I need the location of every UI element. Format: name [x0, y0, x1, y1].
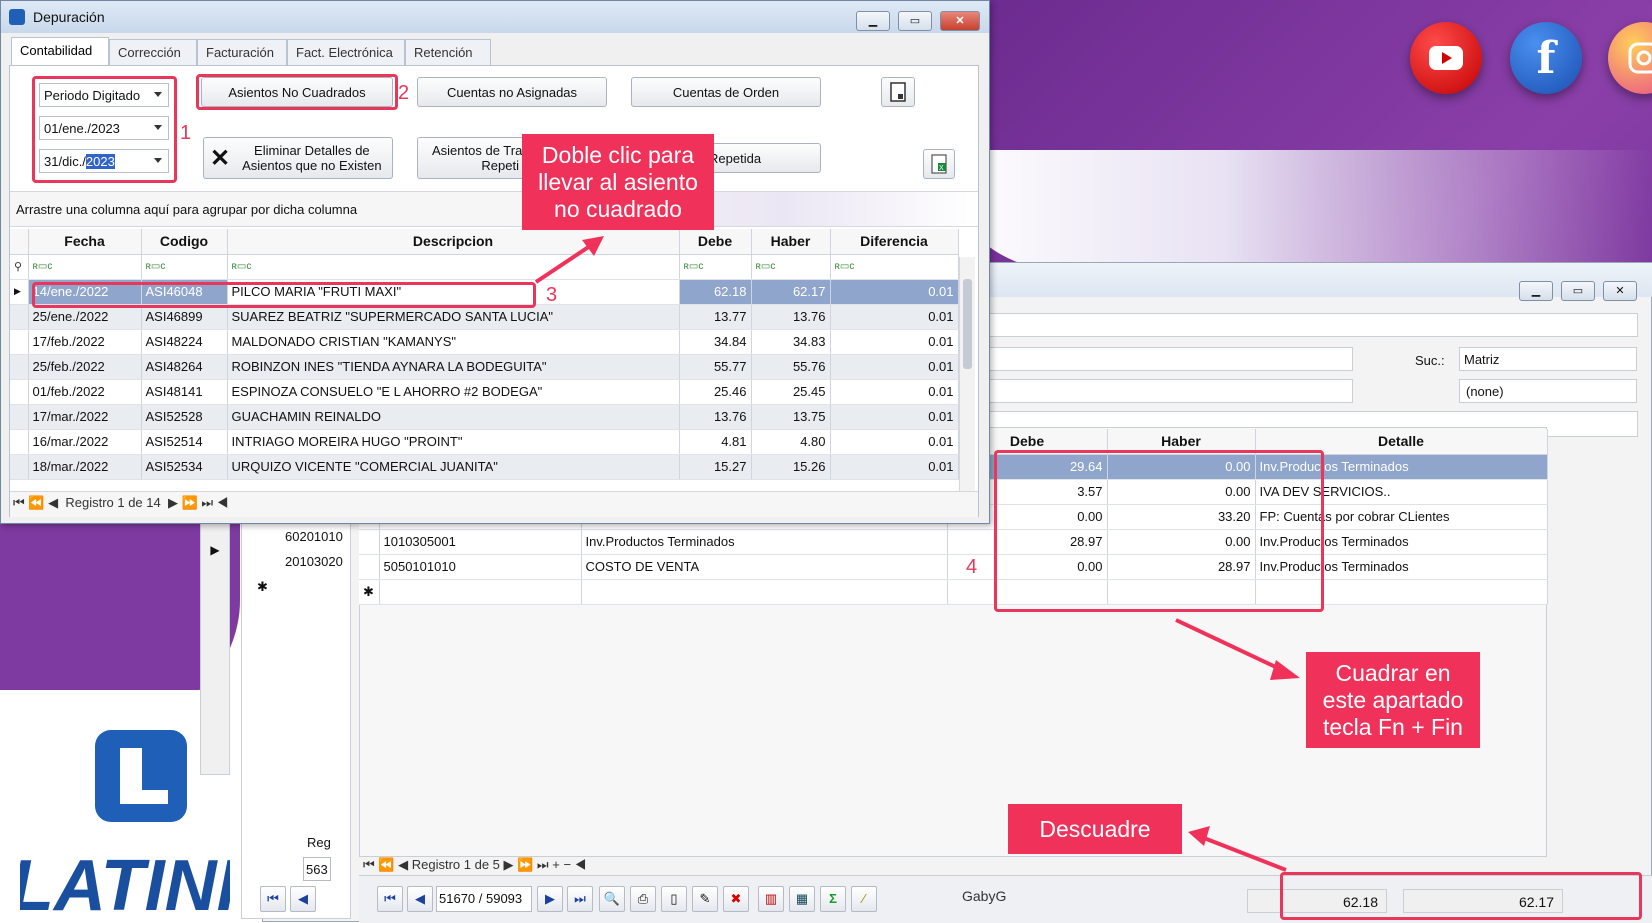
arrow-to-balance [1175, 618, 1300, 680]
arrow-to-totals [1188, 826, 1287, 872]
arrow-to-row [534, 236, 604, 284]
annotation-arrows [534, 236, 1300, 872]
